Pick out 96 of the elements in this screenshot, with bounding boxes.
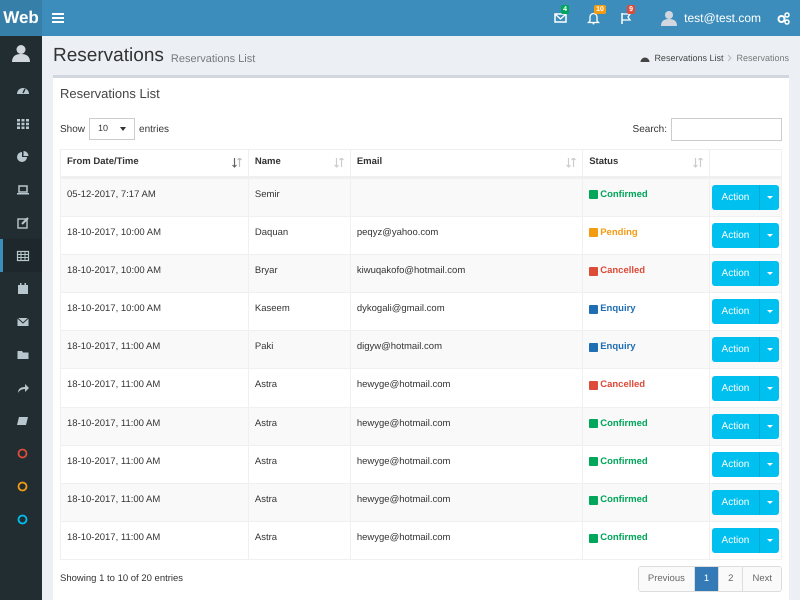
table-cell: peqyz@yahoo.com [356,226,438,238]
table-cell: Bryar [254,264,278,276]
table-cell: Astra [254,379,278,390]
table-cell: 18-10-2017, 10:00 AM [67,226,162,238]
dropdown-toggle[interactable] [760,222,780,248]
sidebar-item[interactable] [0,239,42,272]
status-label: Enquiry [589,340,636,354]
table-cell: 18-10-2017, 11:00 AM [67,456,160,467]
show-label: Show [60,122,86,136]
calendar-icon [16,282,30,296]
page-button[interactable]: Previous [638,567,694,592]
bell-icon[interactable] [587,12,600,24]
table-cell: Astra [254,456,278,467]
dropdown-toggle[interactable] [760,299,780,324]
table-cell: hewyge@hotmail.com [356,418,450,429]
table-cell: 18-10-2017, 11:00 AM [67,379,160,390]
table-cell: Astra [254,532,278,544]
table-cell: 18-10-2017, 11:00 AM [67,418,160,429]
caret-icon [766,272,773,275]
table-cell: Kaseem [254,303,290,314]
caret-icon [766,539,773,542]
table-cell: dykogali@gmail.com [356,303,445,314]
page-button[interactable]: 1 [694,567,718,592]
page-button[interactable]: Next [742,567,781,592]
dropdown-toggle[interactable] [760,414,780,439]
chevron-icon [727,54,732,62]
user-avatar-icon [661,10,678,26]
table-cell: Astra [254,418,278,429]
envelope-icon[interactable] [554,12,568,24]
breadcrumb-current: Reservations [736,52,789,64]
table-cell: 18-10-2017, 11:00 AM [67,341,160,352]
status-label: Confirmed [589,416,648,431]
search-field[interactable] [671,118,782,140]
search-label: Search: [632,122,667,136]
status-label: Pending [589,226,638,240]
page-subtitle: Reservations List [170,54,256,65]
table-cell: hewyge@hotmail.com [356,494,450,505]
entries-label: entries [139,122,170,136]
column-header[interactable]: Email [350,150,584,176]
table-cell: hewyge@hotmail.com [356,456,450,467]
caret-icon [766,196,773,199]
table-icon [16,248,30,262]
status-label: Confirmed [589,531,648,546]
table-cell: 05-12-2017, 7:17 AM [67,188,156,200]
status-label: Cancelled [589,378,646,393]
status-label: Confirmed [589,493,648,508]
table-cell: 18-10-2017, 11:00 AM [67,494,160,505]
dropdown-toggle[interactable] [760,260,780,286]
caret-icon [120,127,126,131]
edit-icon [16,216,30,230]
table-cell: Daquan [254,226,288,238]
caret-icon [766,386,773,390]
table-cell: 18-10-2017, 10:00 AM [67,264,162,276]
dropdown-toggle[interactable] [760,184,780,210]
column-header[interactable]: Name [248,150,351,176]
status-label: Confirmed [589,454,648,470]
dropdown-toggle[interactable] [760,337,780,362]
table-cell: Paki [254,341,274,352]
column-header[interactable]: Status [583,150,710,176]
table-cell: Astra [254,494,278,505]
flag-icon[interactable] [620,12,634,24]
dropdown-toggle[interactable] [760,376,780,401]
dropdown-toggle[interactable] [760,490,780,516]
menu-icon[interactable] [52,13,64,23]
table-cell: hewyge@hotmail.com [356,532,450,544]
caret-icon [766,501,773,504]
table-cell: Semir [254,188,280,200]
page-button[interactable]: 2 [718,567,742,592]
caret-icon [766,310,773,314]
status-label: Cancelled [589,264,646,278]
table-cell: hewyge@hotmail.com [356,379,450,390]
dropdown-toggle[interactable] [760,452,780,477]
caret-icon [766,348,773,352]
user-avatar-icon [12,44,30,62]
table-cell: digyw@hotmail.com [356,341,442,352]
table-cell: 18-10-2017, 11:00 AM [67,532,160,544]
status-label: Enquiry [589,302,636,316]
column-header[interactable]: From Date/Time [61,150,249,176]
pie-chart-icon [16,150,30,164]
user-email[interactable]: test@test.com [684,9,761,27]
laptop-icon [16,182,30,196]
table-cell: 18-10-2017, 10:00 AM [67,303,162,314]
caret-icon [766,424,773,428]
status-label: Confirmed [589,188,648,202]
page-size-select[interactable]: 10 [89,118,136,140]
grid-icon [16,116,30,130]
table-info: Showing 1 to 10 of 20 entries [60,572,184,586]
logo[interactable]: Web [0,0,42,36]
gears-icon[interactable] [777,12,790,24]
card-title: Reservations List [60,85,161,103]
dropdown-toggle[interactable] [760,528,780,554]
table-cell: kiwuqakofo@hotmail.com [356,264,466,276]
caret-icon [766,234,773,237]
caret-icon [766,462,773,466]
breadcrumb-link[interactable]: Reservations List [654,52,724,65]
page-title: Reservations [53,46,164,65]
